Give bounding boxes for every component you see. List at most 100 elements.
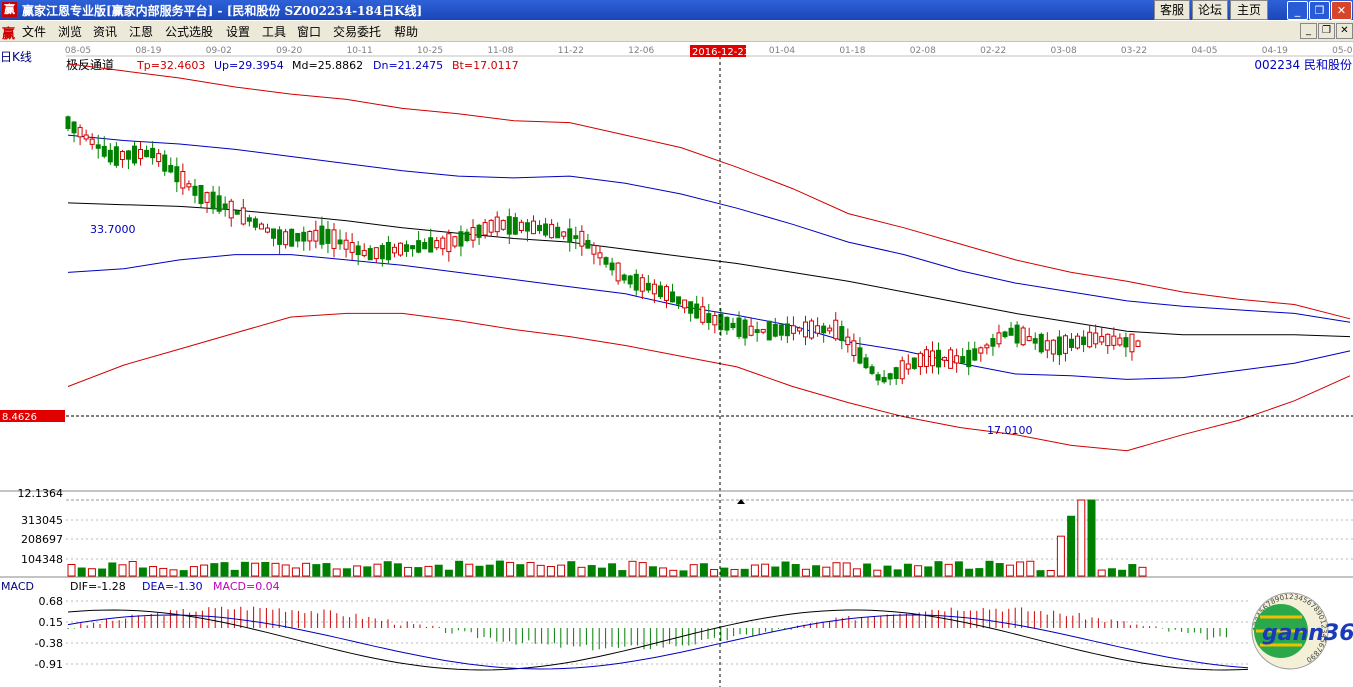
- volume-bar: [138, 567, 147, 577]
- volume-bar: [353, 565, 362, 577]
- volume-bar: [87, 568, 96, 577]
- menu-formula-select[interactable]: 公式选股: [165, 23, 213, 40]
- volume-bar: [475, 565, 484, 577]
- candle-body: [633, 273, 639, 291]
- candle-body: [960, 356, 966, 364]
- candle-body: [1111, 335, 1117, 346]
- window-title: 赢家江恩专业版[赢家内部服务平台] - [民和股份 SZ002234-184日K…: [22, 4, 423, 18]
- indicator-name: 极反通道: [66, 58, 114, 72]
- candle-body: [688, 301, 694, 314]
- homepage-button[interactable]: 主页: [1230, 0, 1268, 20]
- date-tick-label: 02-22: [980, 46, 1006, 56]
- minimize-icon[interactable]: _: [1287, 1, 1308, 20]
- candle-body: [670, 291, 676, 303]
- candle-body: [549, 223, 555, 239]
- candle-body: [712, 315, 718, 326]
- high-label: 33.7000: [90, 223, 136, 236]
- candle-body: [234, 210, 240, 215]
- candle-body: [1026, 336, 1032, 342]
- candle-body: [506, 216, 512, 235]
- watermark-text: gann360: [1262, 621, 1353, 646]
- candle-body: [271, 228, 277, 239]
- price-scale-bottom: 12.1364: [18, 487, 64, 500]
- menu-file[interactable]: 文件: [22, 23, 46, 40]
- volume-bar: [424, 565, 433, 577]
- candle-body: [627, 275, 633, 285]
- close-icon[interactable]: ✕: [1331, 1, 1352, 20]
- volume-bar: [1067, 515, 1076, 577]
- candle-body: [603, 257, 609, 265]
- volume-bar: [567, 561, 576, 577]
- candle-body: [319, 225, 325, 245]
- date-tick-label: 03-22: [1121, 46, 1147, 56]
- candle-body: [881, 376, 887, 383]
- volume-bar: [587, 565, 596, 577]
- menu-browse[interactable]: 浏览: [58, 23, 82, 40]
- volume-bar: [669, 569, 678, 577]
- candle-body: [1129, 333, 1135, 353]
- volume-bar: [720, 567, 729, 577]
- candle-body: [1105, 333, 1111, 347]
- volume-bar: [526, 561, 535, 577]
- menu-news[interactable]: 资讯: [93, 23, 117, 40]
- indicator-md: Md=25.8862: [292, 59, 363, 72]
- date-tick-label: 08-05: [65, 46, 91, 56]
- kline-chart[interactable]: 08-05 08-19 09-02 09-20 10-11 10-25 11-08 11-22…: [0, 42, 1353, 687]
- mdi-close-icon[interactable]: ✕: [1336, 23, 1353, 39]
- mdi-restore-icon[interactable]: ❐: [1318, 23, 1335, 39]
- candle-body: [845, 336, 851, 346]
- volume-bar: [414, 567, 423, 577]
- candle-body: [482, 222, 488, 236]
- candle-body: [1020, 327, 1026, 346]
- volume-bar: [740, 568, 749, 577]
- candle-body: [446, 233, 452, 253]
- restore-icon[interactable]: ❐: [1309, 1, 1330, 20]
- candle-body: [893, 367, 899, 379]
- volume-bar: [965, 568, 974, 577]
- candle-body: [404, 244, 410, 252]
- candle-body: [428, 237, 434, 253]
- candle-body: [742, 319, 748, 339]
- forum-button[interactable]: 论坛: [1192, 0, 1228, 20]
- volume-bar: [801, 568, 810, 577]
- menu-logo-icon: 赢: [2, 27, 16, 42]
- menu-settings[interactable]: 设置: [226, 23, 250, 40]
- volume-gridlines: [66, 519, 1353, 560]
- candle-body: [784, 323, 790, 337]
- candle-body: [561, 231, 567, 237]
- customer-service-button[interactable]: 客服: [1154, 0, 1190, 20]
- candle-body: [875, 374, 881, 381]
- volume-bar: [893, 569, 902, 577]
- volume-bar: [914, 565, 923, 577]
- candle-body: [488, 219, 494, 233]
- volume-bar: [251, 562, 260, 577]
- low-label: 17.0100: [987, 424, 1033, 437]
- menu-gann[interactable]: 江恩: [129, 23, 153, 40]
- volume-bar: [271, 562, 280, 577]
- volume-bar: [210, 563, 219, 577]
- menu-trade[interactable]: 交易委托: [333, 23, 381, 40]
- candle-body: [1038, 333, 1044, 353]
- candle-body: [657, 285, 663, 298]
- menu-tools[interactable]: 工具: [262, 23, 286, 40]
- volume-bar: [1005, 564, 1014, 577]
- candle-body: [815, 325, 821, 334]
- date-tick-label: 08-19: [135, 46, 161, 56]
- menu-window[interactable]: 窗口: [297, 23, 321, 40]
- candle-body: [65, 116, 71, 129]
- candle-body: [869, 366, 875, 374]
- indicator-bt: Bt=17.0117: [452, 59, 519, 72]
- candle-body: [512, 217, 518, 235]
- macd-dif: DIF=-1.28: [70, 580, 126, 593]
- volume-bar: [618, 570, 627, 577]
- candle-body: [911, 357, 917, 369]
- volume-bar: [1046, 569, 1055, 577]
- candle-body: [917, 352, 923, 368]
- crosshair-date: 2016-12-23: [692, 47, 750, 58]
- menu-help[interactable]: 帮助: [394, 23, 418, 40]
- date-tick-label: 10-25: [417, 46, 443, 56]
- mdi-minimize-icon[interactable]: _: [1300, 23, 1317, 39]
- candle-body: [476, 224, 482, 238]
- volume-label-104348: 104348: [21, 553, 63, 566]
- candle-body: [397, 242, 403, 256]
